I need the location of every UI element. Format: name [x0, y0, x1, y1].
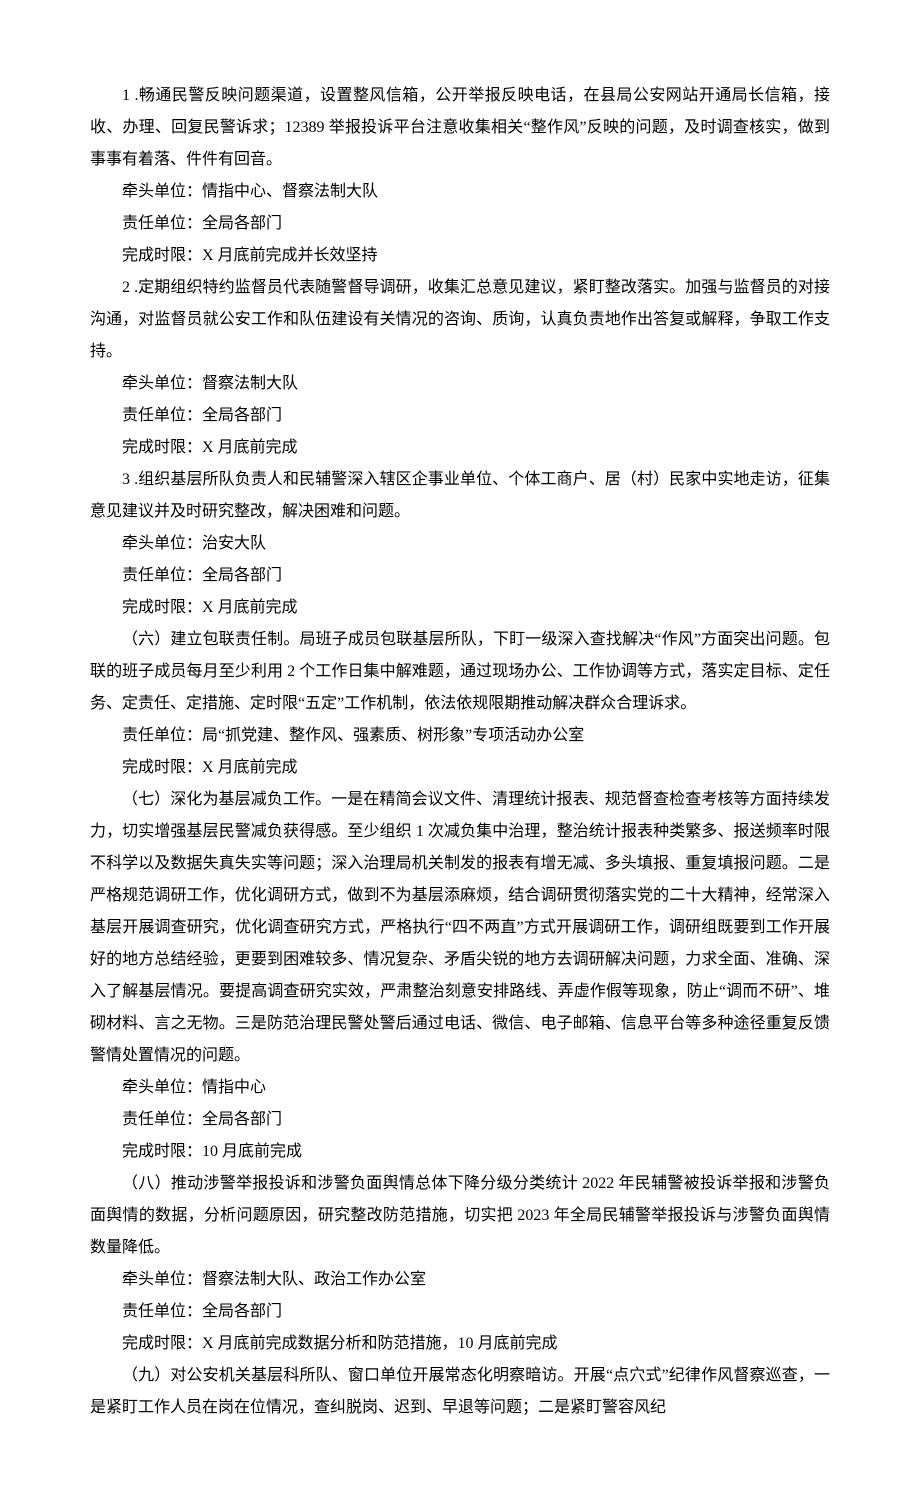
detail-line: 牵头单位：治安大队	[90, 528, 830, 560]
detail-line: 完成时限：X 月底前完成	[90, 752, 830, 784]
detail-line: 责任单位：全局各部门	[90, 400, 830, 432]
detail-line: 完成时限：X 月底前完成	[90, 432, 830, 464]
detail-line: 牵头单位：督察法制大队	[90, 368, 830, 400]
body-paragraph: 2 .定期组织特约监督员代表随警督导调研，收集汇总意见建议，紧盯整改落实。加强与…	[90, 272, 830, 368]
detail-line: 牵头单位：情指中心、督察法制大队	[90, 176, 830, 208]
document-body: 1 .畅通民警反映问题渠道，设置整风信箱，公开举报反映电话，在县局公安网站开通局…	[90, 80, 830, 1424]
body-paragraph: （八）推动涉警举报投诉和涉警负面舆情总体下降分级分类统计 2022 年民辅警被投…	[90, 1168, 830, 1264]
body-paragraph: 3 .组织基层所队负责人和民辅警深入辖区企事业单位、个体工商户、居（村）民家中实…	[90, 464, 830, 528]
detail-line: 责任单位：全局各部门	[90, 1104, 830, 1136]
detail-line: 完成时限：X 月底前完成数据分析和防范措施，10 月底前完成	[90, 1328, 830, 1360]
detail-line: 责任单位：全局各部门	[90, 208, 830, 240]
detail-line: 完成时限：X 月底前完成并长效坚持	[90, 240, 830, 272]
body-paragraph: （六）建立包联责任制。局班子成员包联基层所队，下盯一级深入查找解决“作风”方面突…	[90, 624, 830, 720]
detail-line: 牵头单位：情指中心	[90, 1072, 830, 1104]
body-paragraph: 1 .畅通民警反映问题渠道，设置整风信箱，公开举报反映电话，在县局公安网站开通局…	[90, 80, 830, 176]
detail-line: 完成时限：X 月底前完成	[90, 592, 830, 624]
detail-line: 责任单位：局“抓党建、整作风、强素质、树形象”专项活动办公室	[90, 720, 830, 752]
body-paragraph: （七）深化为基层减负工作。一是在精简会议文件、清理统计报表、规范督查检查考核等方…	[90, 784, 830, 1072]
detail-line: 完成时限：10 月底前完成	[90, 1136, 830, 1168]
body-paragraph: （九）对公安机关基层科所队、窗口单位开展常态化明察暗访。开展“点穴式”纪律作风督…	[90, 1360, 830, 1424]
detail-line: 责任单位：全局各部门	[90, 560, 830, 592]
detail-line: 牵头单位：督察法制大队、政治工作办公室	[90, 1264, 830, 1296]
